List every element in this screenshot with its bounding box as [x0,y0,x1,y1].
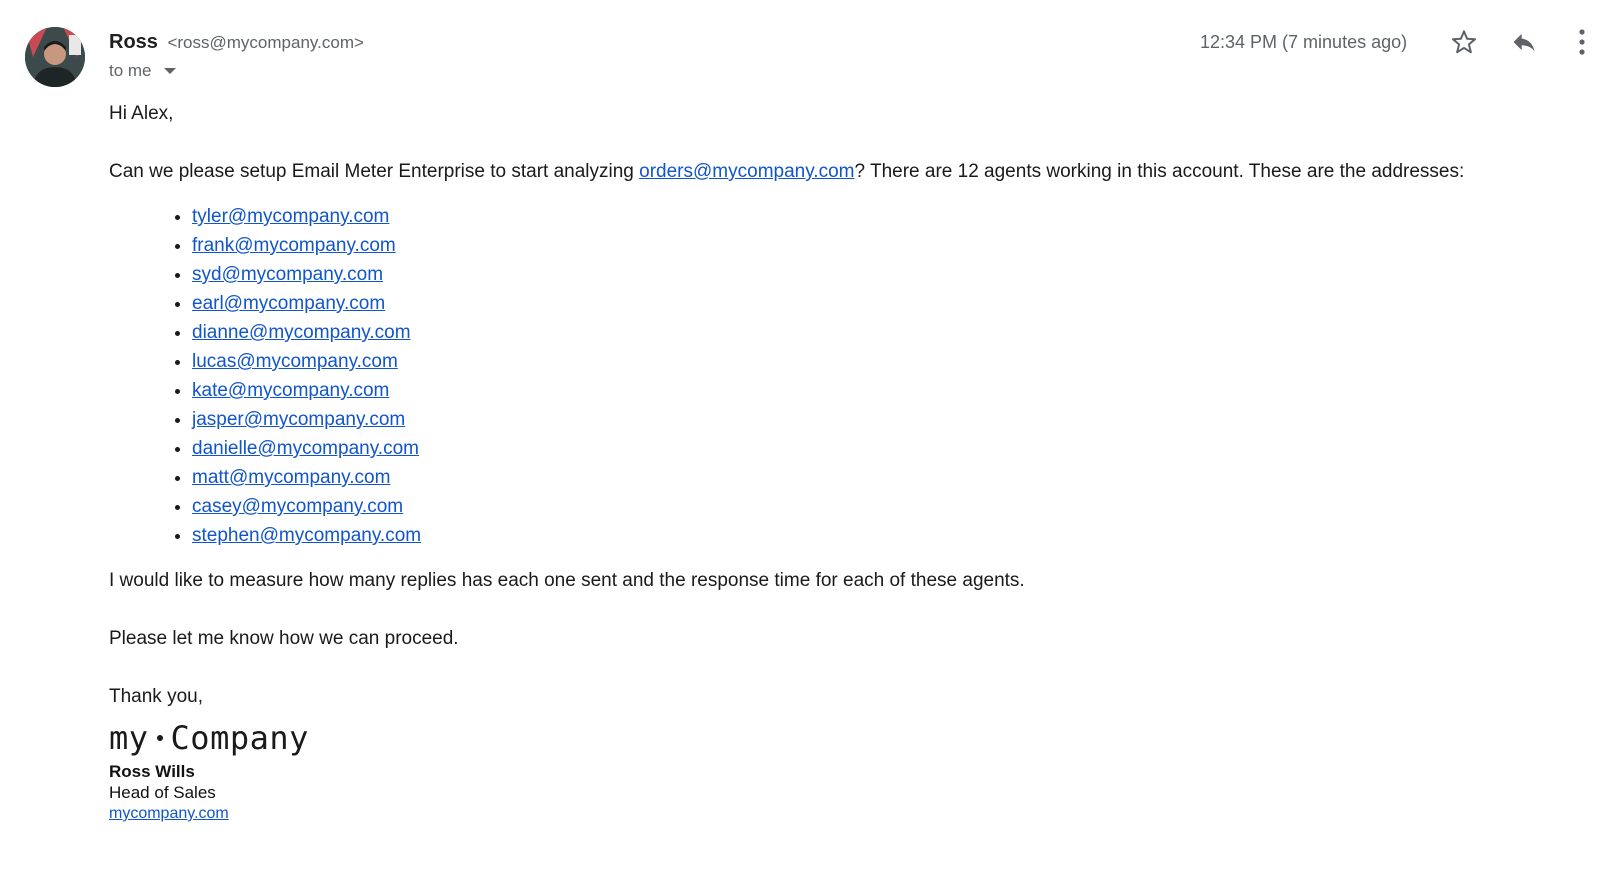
list-item: dianne@mycompany.com [192,318,1599,347]
measure-paragraph: I would like to measure how many replies… [109,570,1025,591]
recipient-label: to me [109,61,152,80]
agent-email-link[interactable]: dianne@mycompany.com [192,322,411,343]
message-timestamp: 12:34 PM (7 minutes ago) [1200,32,1408,52]
intro-text-after: ? There are 12 agents working in this ac… [854,161,1465,182]
reply-button[interactable] [1504,22,1544,62]
company-logo: my Company [109,717,1599,759]
intro-paragraph: Can we please setup Email Meter Enterpri… [109,157,1599,186]
agent-email-link[interactable]: danielle@mycompany.com [192,438,419,459]
thanks-line: Thank you, [109,686,203,707]
list-item: tyler@mycompany.com [192,202,1599,231]
agent-email-link[interactable]: kate@mycompany.com [192,380,389,401]
agent-email-link[interactable]: frank@mycompany.com [192,235,396,256]
recipient-toggle[interactable]: to me [109,60,177,82]
logo-dot-icon [156,735,163,741]
list-item: earl@mycompany.com [192,289,1599,318]
agent-list: tyler@mycompany.com frank@mycompany.com … [109,202,1599,550]
agent-email-link[interactable]: syd@mycompany.com [192,264,383,285]
signature: my Company Ross Wills Head of Sales mycom… [109,717,1599,824]
orders-email-link[interactable]: orders@mycompany.com [639,161,854,182]
caret-down-icon[interactable] [164,67,177,74]
list-item: syd@mycompany.com [192,260,1599,289]
list-item: lucas@mycompany.com [192,347,1599,376]
logo-text-left: my [109,719,149,757]
intro-text-before: Can we please setup Email Meter Enterpri… [109,161,640,182]
agent-email-link[interactable]: matt@mycompany.com [192,467,390,488]
agent-email-link[interactable]: stephen@mycompany.com [192,525,421,546]
agent-email-link[interactable]: lucas@mycompany.com [192,351,398,372]
more-vertical-icon [1579,29,1585,55]
sender-email: <ross@mycompany.com> [167,33,364,52]
list-item: danielle@mycompany.com [192,434,1599,463]
sender-line: Ross <ross@mycompany.com> [109,29,364,56]
star-outline-icon [1451,30,1477,54]
sender-avatar[interactable] [25,27,85,87]
list-item: matt@mycompany.com [192,463,1599,492]
agent-email-link[interactable]: tyler@mycompany.com [192,206,389,227]
list-item: kate@mycompany.com [192,376,1599,405]
star-button[interactable] [1444,22,1484,62]
list-item: frank@mycompany.com [192,231,1599,260]
signature-name: Ross Wills [109,762,195,781]
reply-icon [1513,33,1535,52]
list-item: jasper@mycompany.com [192,405,1599,434]
more-options-button[interactable] [1564,22,1600,62]
sender-name[interactable]: Ross [109,31,158,53]
signature-title: Head of Sales [109,783,216,802]
agent-email-link[interactable]: earl@mycompany.com [192,293,385,314]
email-body: Hi Alex, Can we please setup Email Meter… [109,99,1599,824]
signature-website-link[interactable]: mycompany.com [109,805,229,822]
agent-email-link[interactable]: casey@mycompany.com [192,496,403,517]
greeting: Hi Alex, [109,103,174,124]
agent-email-link[interactable]: jasper@mycompany.com [192,409,405,430]
proceed-paragraph: Please let me know how we can proceed. [109,628,459,649]
list-item: stephen@mycompany.com [192,521,1599,550]
list-item: casey@mycompany.com [192,492,1599,521]
logo-text-right: Company [170,719,309,757]
